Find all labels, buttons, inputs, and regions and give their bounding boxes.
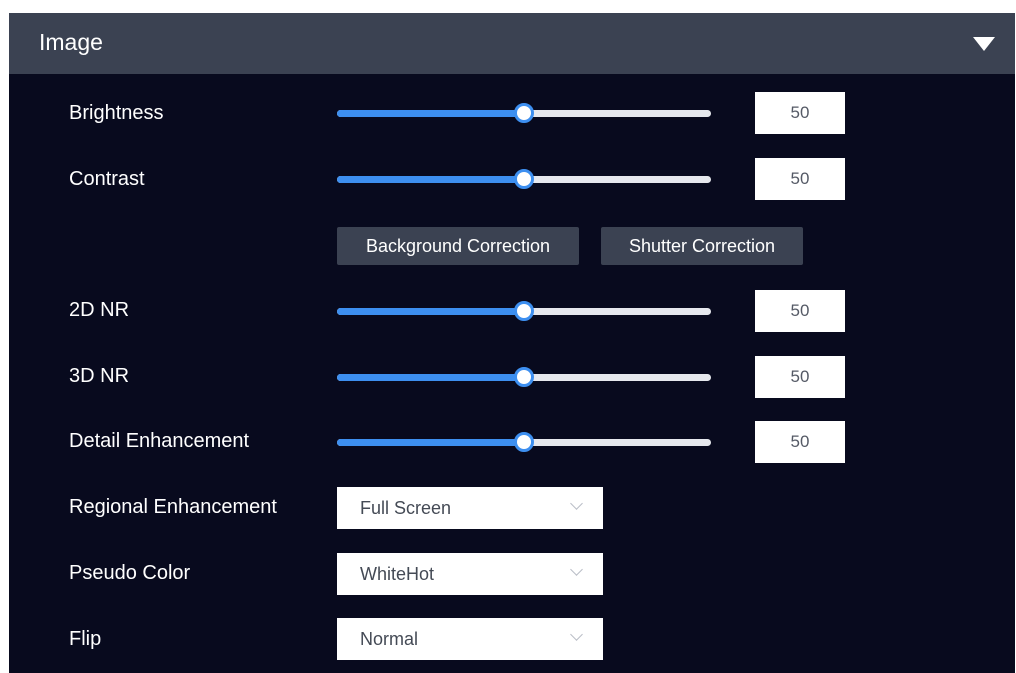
- slider-thumb[interactable]: [514, 169, 534, 189]
- detail-enhancement-value-input[interactable]: 50: [755, 421, 845, 463]
- chevron-down-icon: [570, 563, 583, 576]
- panel-header[interactable]: Image: [9, 13, 1015, 74]
- contrast-slider[interactable]: [337, 167, 711, 191]
- regional-enhancement-label: Regional Enhancement: [69, 496, 277, 518]
- contrast-value-input[interactable]: 50: [755, 158, 845, 200]
- brightness-slider[interactable]: [337, 101, 711, 125]
- select-value: WhiteHot: [360, 564, 435, 584]
- shutter-correction-button[interactable]: Shutter Correction: [601, 227, 803, 265]
- 2d-nr-label: 2D NR: [69, 299, 130, 321]
- slider-fill: [337, 308, 524, 315]
- chevron-down-icon: [570, 628, 583, 641]
- brightness-label: Brightness: [69, 102, 164, 124]
- collapse-icon[interactable]: [973, 37, 995, 51]
- 2d-nr-slider[interactable]: [337, 299, 711, 323]
- detail-enhancement-slider[interactable]: [337, 430, 711, 454]
- slider-fill: [337, 439, 524, 446]
- 3d-nr-label: 3D NR: [69, 365, 130, 387]
- background-correction-button[interactable]: Background Correction: [337, 227, 579, 265]
- image-settings-panel: Image Brightness 50 Contrast 50 Backgrou…: [9, 13, 1015, 673]
- pseudo-color-label: Pseudo Color: [69, 562, 191, 584]
- slider-thumb[interactable]: [514, 367, 534, 387]
- detail-enhancement-label: Detail Enhancement: [69, 430, 250, 452]
- select-value: Full Screen: [360, 498, 452, 518]
- 2d-nr-value-input[interactable]: 50: [755, 290, 845, 332]
- chevron-down-icon: [570, 497, 583, 510]
- flip-select[interactable]: Normal: [337, 618, 603, 660]
- regional-enhancement-select[interactable]: Full Screen: [337, 487, 603, 529]
- select-value: Normal: [360, 629, 419, 649]
- slider-fill: [337, 176, 524, 183]
- slider-fill: [337, 110, 524, 117]
- flip-label: Flip: [69, 628, 102, 650]
- contrast-label: Contrast: [69, 168, 145, 190]
- panel-title: Image: [39, 29, 103, 55]
- brightness-value-input[interactable]: 50: [755, 92, 845, 134]
- 3d-nr-slider[interactable]: [337, 365, 711, 389]
- 3d-nr-value-input[interactable]: 50: [755, 356, 845, 398]
- slider-thumb[interactable]: [514, 301, 534, 321]
- slider-thumb[interactable]: [514, 103, 534, 123]
- pseudo-color-select[interactable]: WhiteHot: [337, 553, 603, 595]
- slider-thumb[interactable]: [514, 432, 534, 452]
- slider-fill: [337, 374, 524, 381]
